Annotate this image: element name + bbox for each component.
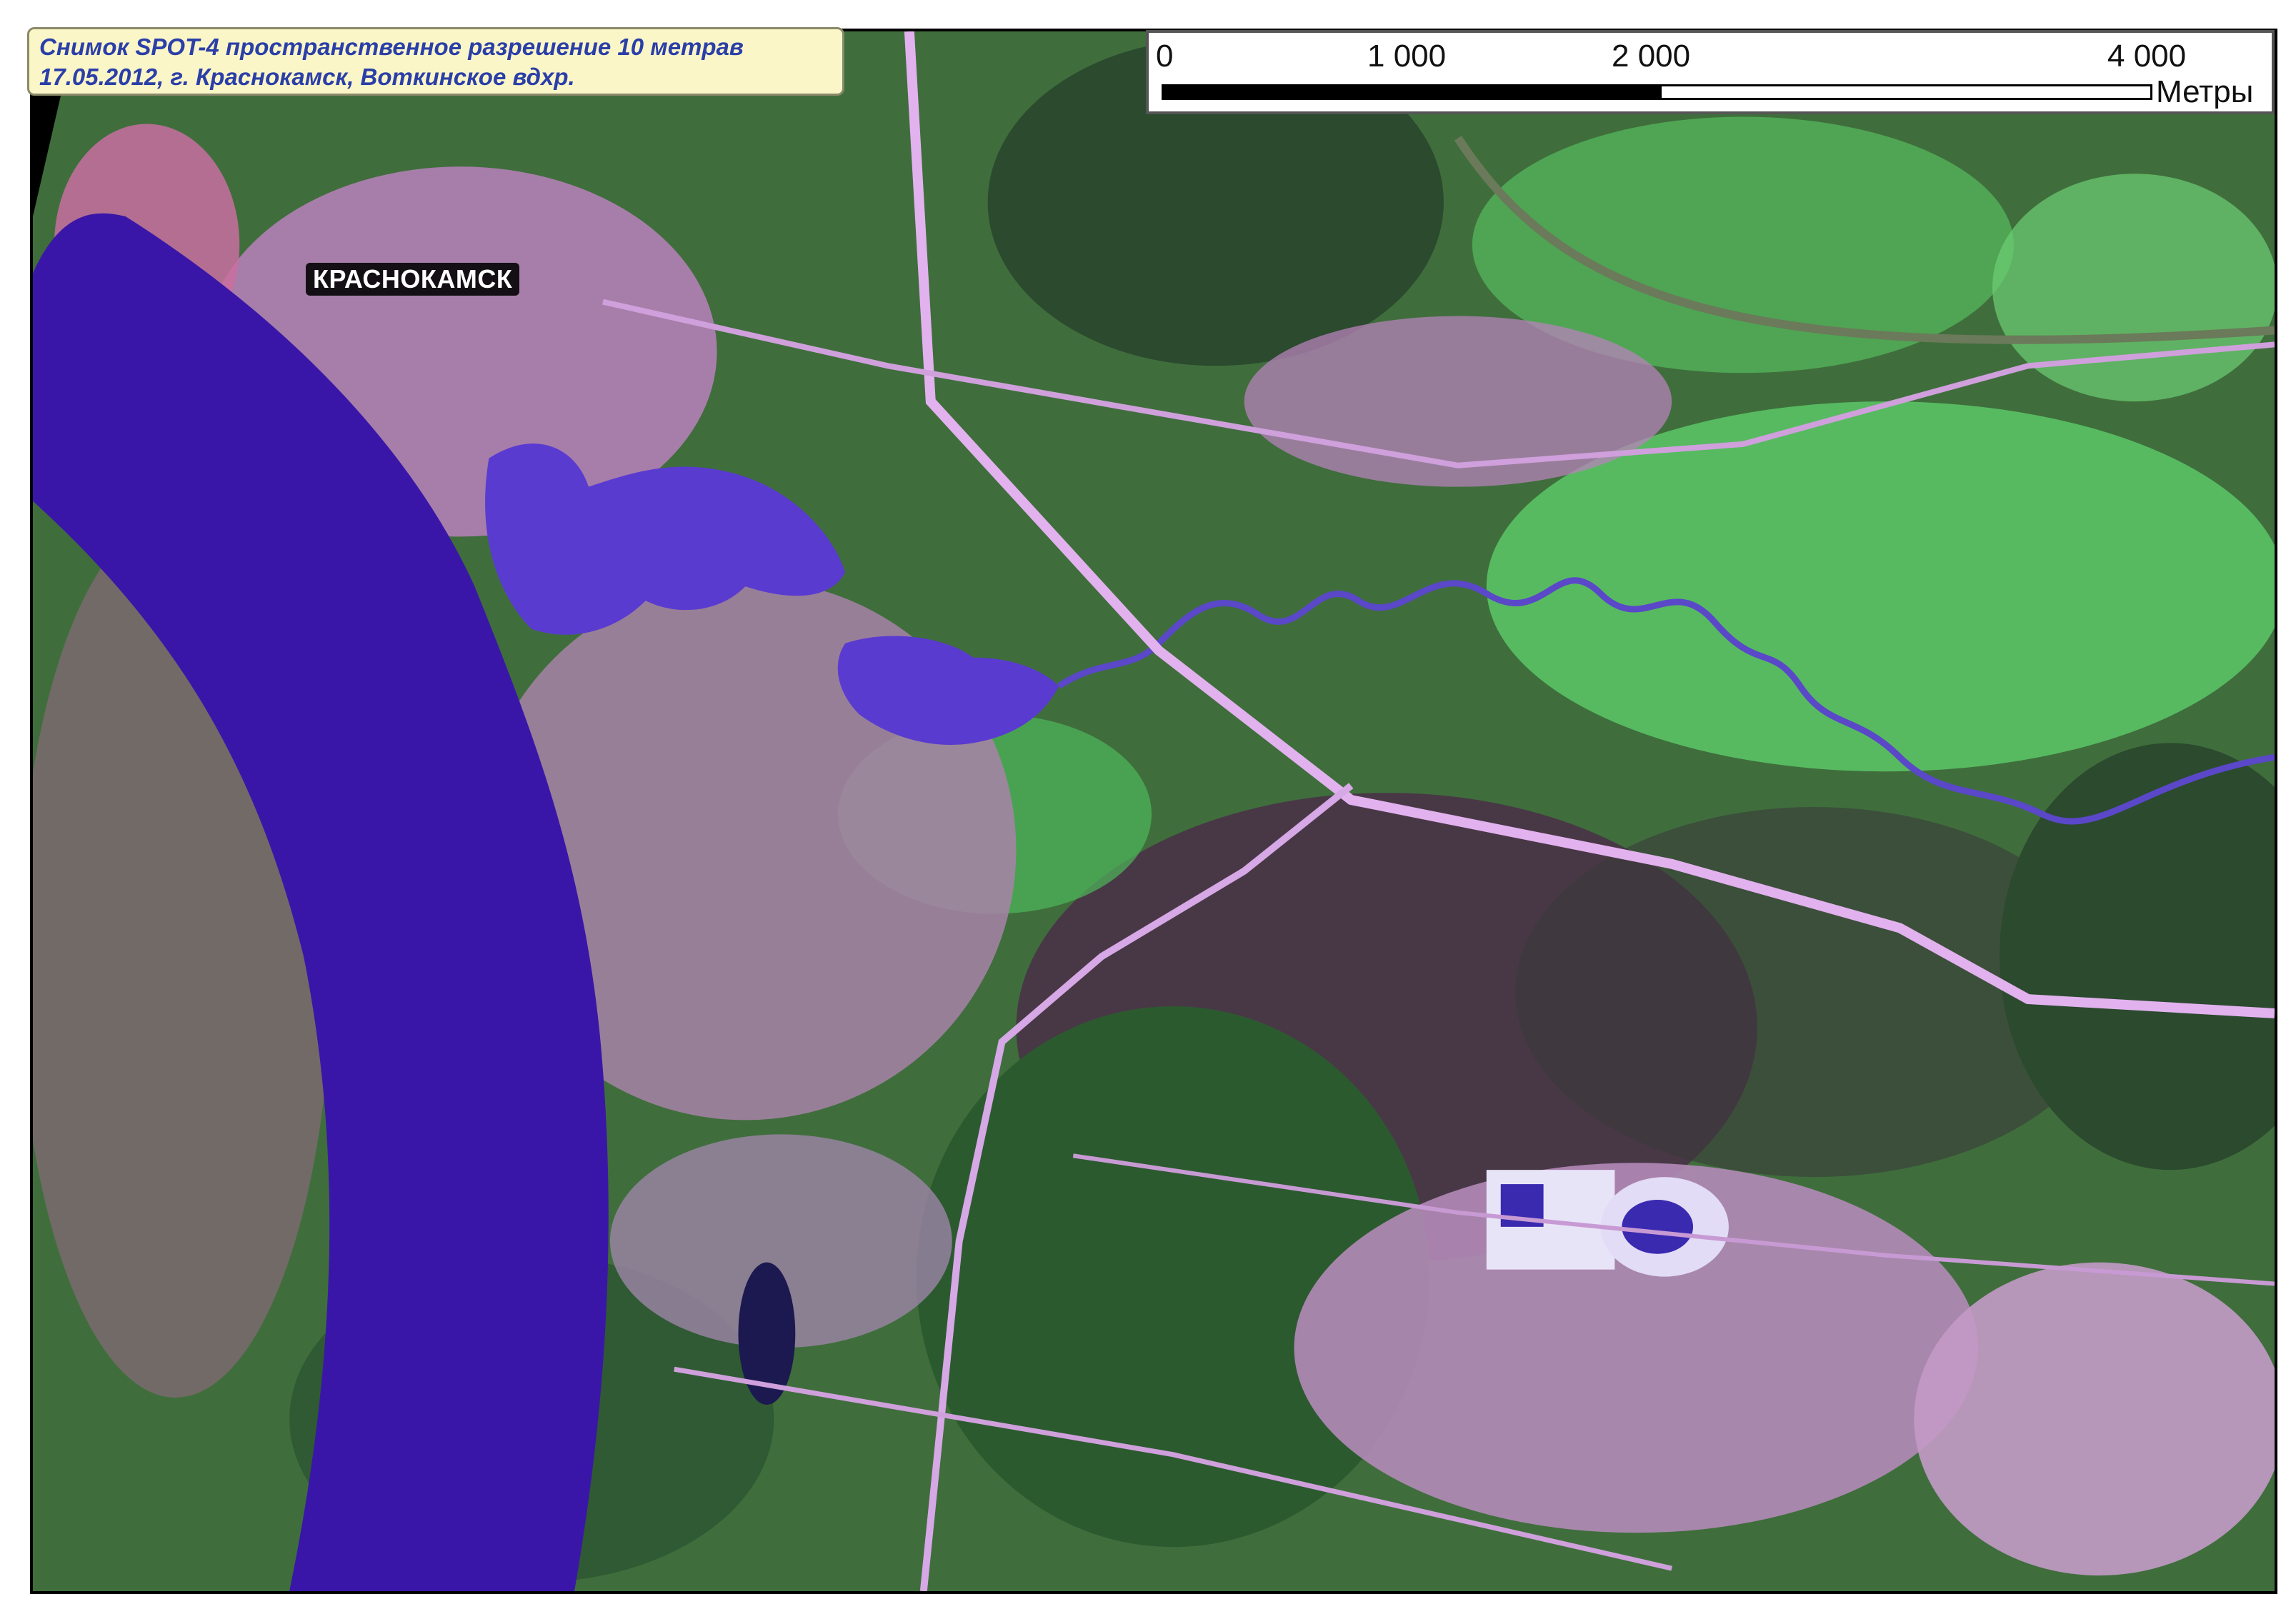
scale-tick-2000: 2 000 xyxy=(1612,39,1691,74)
scale-unit: Метры xyxy=(2156,74,2254,109)
urban-area xyxy=(1914,1262,2275,1576)
scale-bar: 0 1 000 2 000 4 000 Метры xyxy=(1146,30,2275,114)
map-title-line1: Снимок SPOT-4 пространственное разрешени… xyxy=(39,34,744,60)
scale-tick-1000: 1 000 xyxy=(1367,39,1447,74)
map-title-box: Снимок SPOT-4 пространственное разрешени… xyxy=(27,27,844,96)
scale-segment-empty xyxy=(1659,84,2152,100)
urban-area xyxy=(1244,316,1672,487)
industrial-pond xyxy=(1622,1200,1694,1254)
page: Снимок SPOT-4 пространственное разрешени… xyxy=(0,0,2296,1624)
scale-tick-4000: 4 000 xyxy=(2107,39,2187,74)
city-label: КРАСНОКАМСК xyxy=(306,263,520,296)
scale-tick-0: 0 xyxy=(1156,39,1174,74)
scale-segment-filled xyxy=(1162,84,1662,100)
map-title-line2: 17.05.2012, г. Краснокамск, Воткинское в… xyxy=(39,64,575,90)
